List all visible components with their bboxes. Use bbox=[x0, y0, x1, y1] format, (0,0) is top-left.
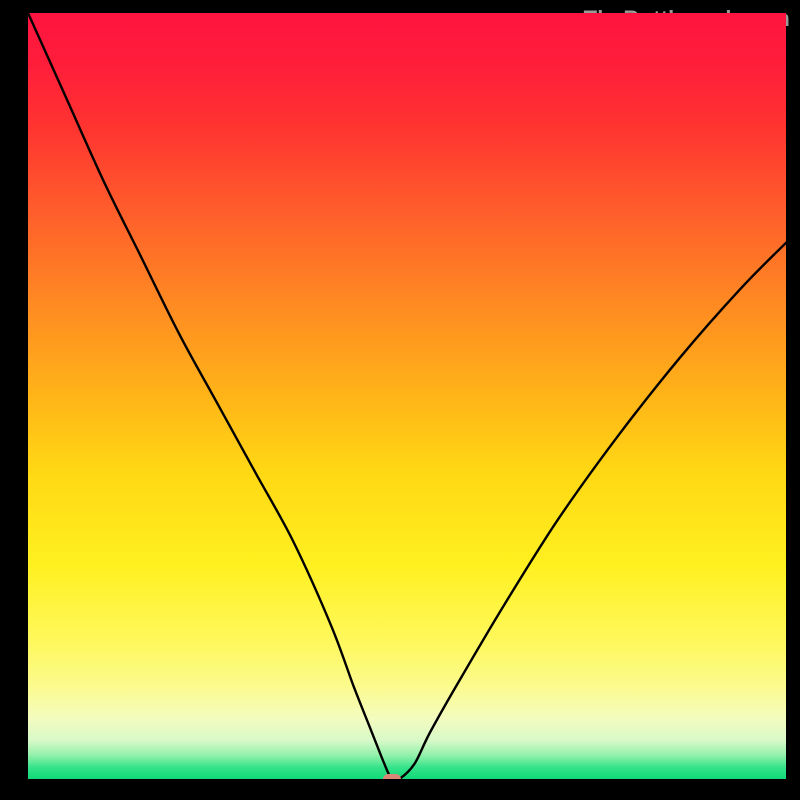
bottleneck-curve bbox=[28, 13, 786, 779]
chart-stage: TheBottleneck.com bbox=[0, 0, 800, 800]
vertex-marker bbox=[383, 774, 401, 779]
plot-area bbox=[28, 13, 786, 779]
